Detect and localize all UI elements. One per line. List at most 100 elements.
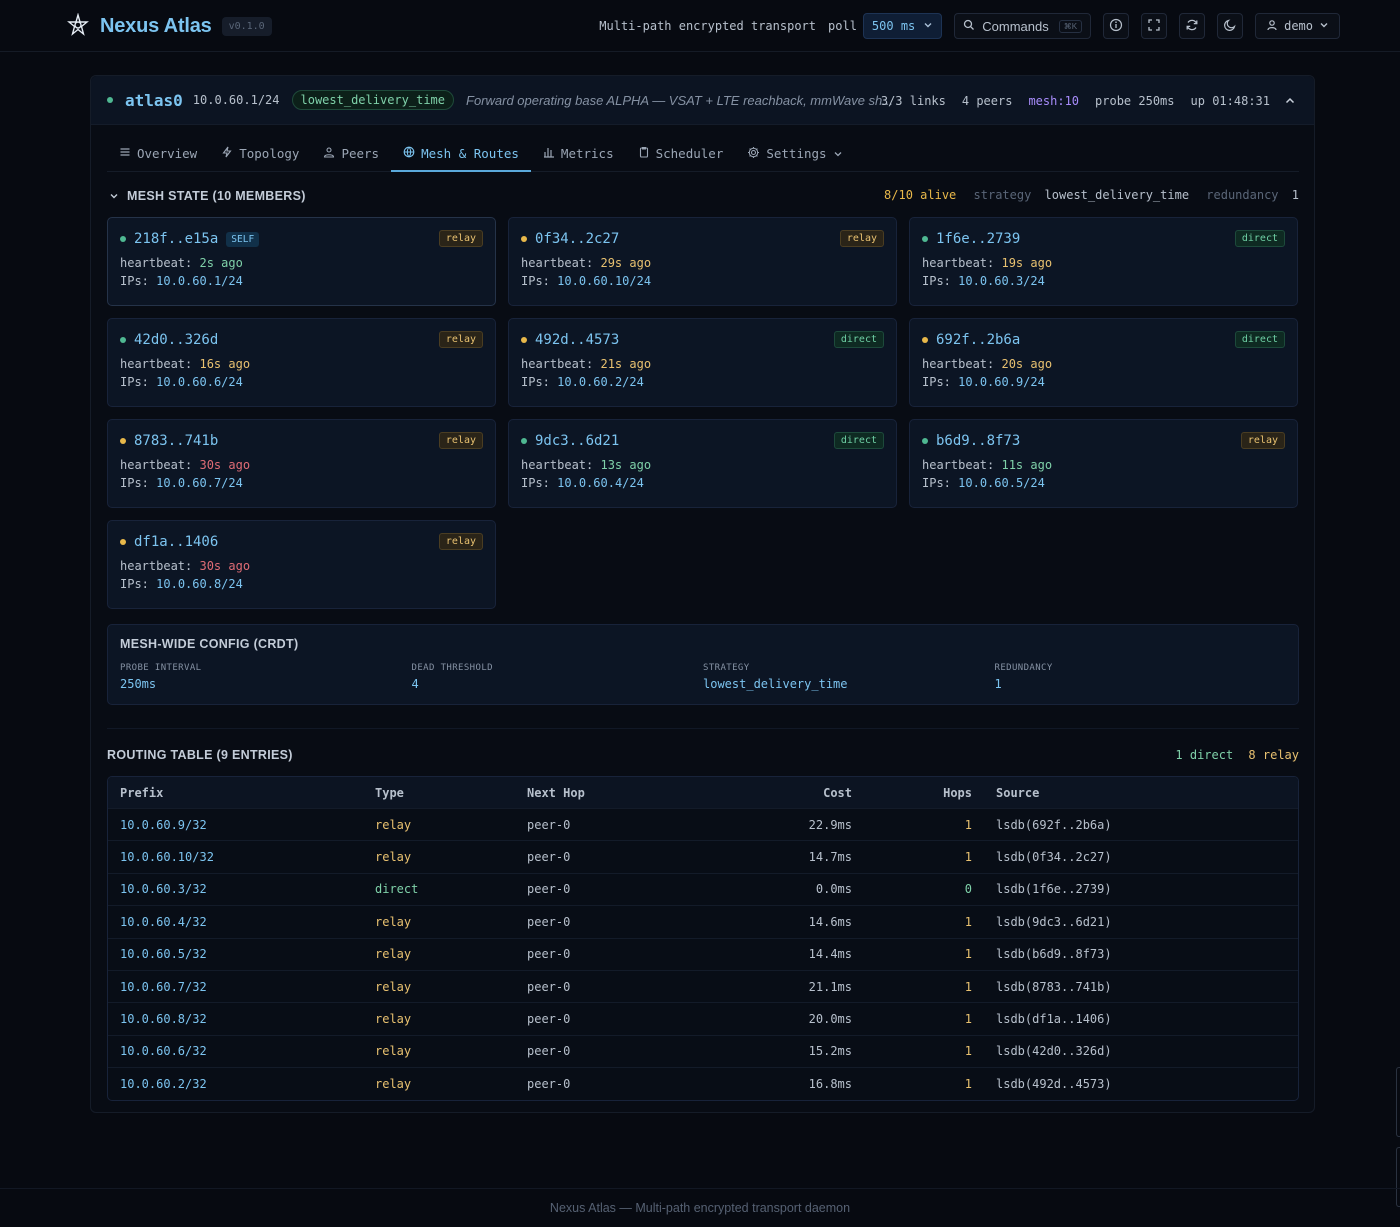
member-card[interactable]: 492d..4573 direct heartbeat: 21s ago IPs… — [508, 318, 897, 407]
member-card[interactable]: 0f34..2c27 relay heartbeat: 29s ago IPs:… — [508, 217, 897, 306]
info-button[interactable] — [1103, 13, 1130, 39]
heartbeat-label: heartbeat: — [521, 256, 594, 270]
tab-overview[interactable]: Overview — [107, 136, 209, 171]
moon-icon — [1223, 18, 1237, 35]
tab-bar: Overview Topology Peers Mesh & Routes Me… — [107, 136, 1299, 172]
member-id: b6d9..8f73 — [936, 433, 1021, 449]
tab-settings[interactable]: Settings — [735, 136, 860, 171]
route-cost: 22.9ms — [808, 817, 852, 832]
links-stat: 3/3 links — [880, 93, 946, 108]
config-title: MESH-WIDE CONFIG (CRDT) — [120, 637, 299, 651]
table-row[interactable]: 10.0.60.5/32 relay peer-0 14.4ms 1 lsdb(… — [108, 939, 1298, 971]
member-id: 1f6e..2739 — [936, 231, 1021, 247]
member-card[interactable]: b6d9..8f73 relay heartbeat: 11s ago IPs:… — [909, 419, 1298, 508]
route-source: lsdb(df1a..1406) — [996, 1012, 1112, 1027]
scrollbar-handle[interactable] — [1396, 1067, 1400, 1137]
heartbeat-label: heartbeat: — [120, 458, 193, 472]
status-dot — [922, 438, 928, 444]
member-id: 8783..741b — [134, 433, 219, 449]
member-card[interactable]: 692f..2b6a direct heartbeat: 20s ago IPs… — [909, 318, 1298, 407]
fullscreen-button[interactable] — [1141, 13, 1168, 39]
route-prefix: 10.0.60.4/32 — [120, 914, 207, 929]
theme-toggle-button[interactable] — [1217, 13, 1244, 39]
commands-label: Commands — [982, 18, 1049, 34]
heartbeat-value: 11s ago — [1001, 458, 1053, 472]
ips-label: IPs: — [922, 476, 951, 490]
member-card[interactable]: 42d0..326d relay heartbeat: 16s ago IPs:… — [107, 318, 496, 407]
status-dot — [120, 236, 126, 242]
probe-stat: probe 250ms — [1095, 93, 1175, 108]
mesh-state-header[interactable]: MESH STATE (10 MEMBERS) 8/10 alive strat… — [109, 186, 1299, 206]
role-badge: relay — [438, 331, 483, 348]
route-source: lsdb(b6d9..8f73) — [996, 947, 1112, 962]
chevron-up-icon[interactable] — [1284, 95, 1296, 107]
refresh-button[interactable] — [1179, 13, 1206, 39]
role-badge: direct — [1234, 331, 1285, 348]
ips-label: IPs: — [922, 274, 951, 288]
route-source: lsdb(0f34..2c27) — [996, 850, 1112, 865]
route-prefix: 10.0.60.3/32 — [120, 882, 207, 897]
col-type[interactable]: Type — [375, 786, 527, 800]
table-row[interactable]: 10.0.60.10/32 relay peer-0 14.7ms 1 lsdb… — [108, 841, 1298, 874]
config-label: PROBE INTERVAL — [120, 663, 202, 673]
route-prefix: 10.0.60.9/32 — [120, 817, 207, 832]
member-card[interactable]: 8783..741b relay heartbeat: 30s ago IPs:… — [107, 419, 496, 508]
table-row[interactable]: 10.0.60.8/32 relay peer-0 20.0ms 1 lsdb(… — [108, 1003, 1298, 1036]
commands-shortcut: ⌘K — [1058, 19, 1083, 33]
brand[interactable]: Nexus Atlas v0.1.0 — [66, 12, 272, 40]
col-next-hop[interactable]: Next Hop — [527, 786, 677, 800]
tab-peers[interactable]: Peers — [311, 136, 391, 171]
member-ip: 10.0.60.1/24 — [156, 274, 243, 288]
tab-scheduler[interactable]: Scheduler — [626, 136, 736, 171]
tab-topology[interactable]: Topology — [209, 136, 311, 171]
interface-header[interactable]: atlas0 10.0.60.1/24 lowest_delivery_time… — [91, 76, 1314, 125]
config-label: REDUNDANCY — [994, 663, 1053, 673]
ips-label: IPs: — [120, 375, 149, 389]
heartbeat-value: 30s ago — [199, 458, 251, 472]
route-type: relay — [375, 947, 412, 962]
interface-description: Forward operating base ALPHA — VSAT + LT… — [466, 92, 894, 108]
table-row[interactable]: 10.0.60.4/32 relay peer-0 14.6ms 1 lsdb(… — [108, 906, 1298, 939]
interface-panel: atlas0 10.0.60.1/24 lowest_delivery_time… — [90, 75, 1315, 1113]
config-value: 1 — [994, 677, 1002, 691]
route-source: lsdb(42d0..326d) — [996, 1044, 1112, 1059]
config-value: lowest_delivery_time — [703, 677, 848, 691]
route-cost: 14.7ms — [808, 850, 852, 865]
member-card[interactable]: 9dc3..6d21 direct heartbeat: 13s ago IPs… — [508, 419, 897, 508]
heartbeat-value: 19s ago — [1001, 256, 1053, 270]
route-prefix: 10.0.60.5/32 — [120, 947, 207, 962]
member-card[interactable]: 1f6e..2739 direct heartbeat: 19s ago IPs… — [909, 217, 1298, 306]
tab-mesh-routes[interactable]: Mesh & Routes — [391, 136, 531, 172]
status-dot — [120, 438, 126, 444]
version-badge: v0.1.0 — [221, 17, 272, 36]
table-row[interactable]: 10.0.60.3/32 direct peer-0 0.0ms 0 lsdb(… — [108, 874, 1298, 907]
col-hops[interactable]: Hops — [852, 786, 972, 800]
col-prefix[interactable]: Prefix — [108, 786, 375, 800]
user-menu-button[interactable]: demo — [1255, 13, 1340, 39]
table-row[interactable]: 10.0.60.2/32 relay peer-0 16.8ms 1 lsdb(… — [108, 1068, 1298, 1100]
heartbeat-label: heartbeat: — [521, 458, 594, 472]
route-type: relay — [375, 1077, 412, 1092]
poll-interval-select[interactable]: 500 ms — [862, 13, 943, 39]
app-name: Nexus Atlas — [100, 15, 212, 37]
route-hops: 1 — [964, 1077, 972, 1092]
tab-metrics[interactable]: Metrics — [531, 136, 626, 171]
member-ip: 10.0.60.9/24 — [958, 375, 1045, 389]
status-dot — [120, 337, 126, 343]
table-row[interactable]: 10.0.60.9/32 relay peer-0 22.9ms 1 lsdb(… — [108, 809, 1298, 842]
role-badge: direct — [833, 331, 884, 348]
table-row[interactable]: 10.0.60.6/32 relay peer-0 15.2ms 1 lsdb(… — [108, 1036, 1298, 1069]
route-cost: 21.1ms — [808, 979, 852, 994]
role-badge: direct — [1234, 230, 1285, 247]
col-cost[interactable]: Cost — [677, 786, 852, 800]
commands-button[interactable]: Commands ⌘K — [954, 13, 1092, 39]
member-card[interactable]: df1a..1406 relay heartbeat: 30s ago IPs:… — [107, 520, 496, 609]
heartbeat-label: heartbeat: — [120, 256, 193, 270]
table-row[interactable]: 10.0.60.7/32 relay peer-0 21.1ms 1 lsdb(… — [108, 971, 1298, 1004]
routing-summary: 1 direct 8 relay — [1175, 748, 1299, 762]
col-source[interactable]: Source — [972, 786, 1039, 800]
tab-label: Settings — [766, 146, 827, 161]
config-label: STRATEGY — [703, 663, 750, 673]
member-card[interactable]: 218f..e15a SELF relay heartbeat: 2s ago I… — [107, 217, 496, 306]
member-ip: 10.0.60.10/24 — [557, 274, 652, 288]
